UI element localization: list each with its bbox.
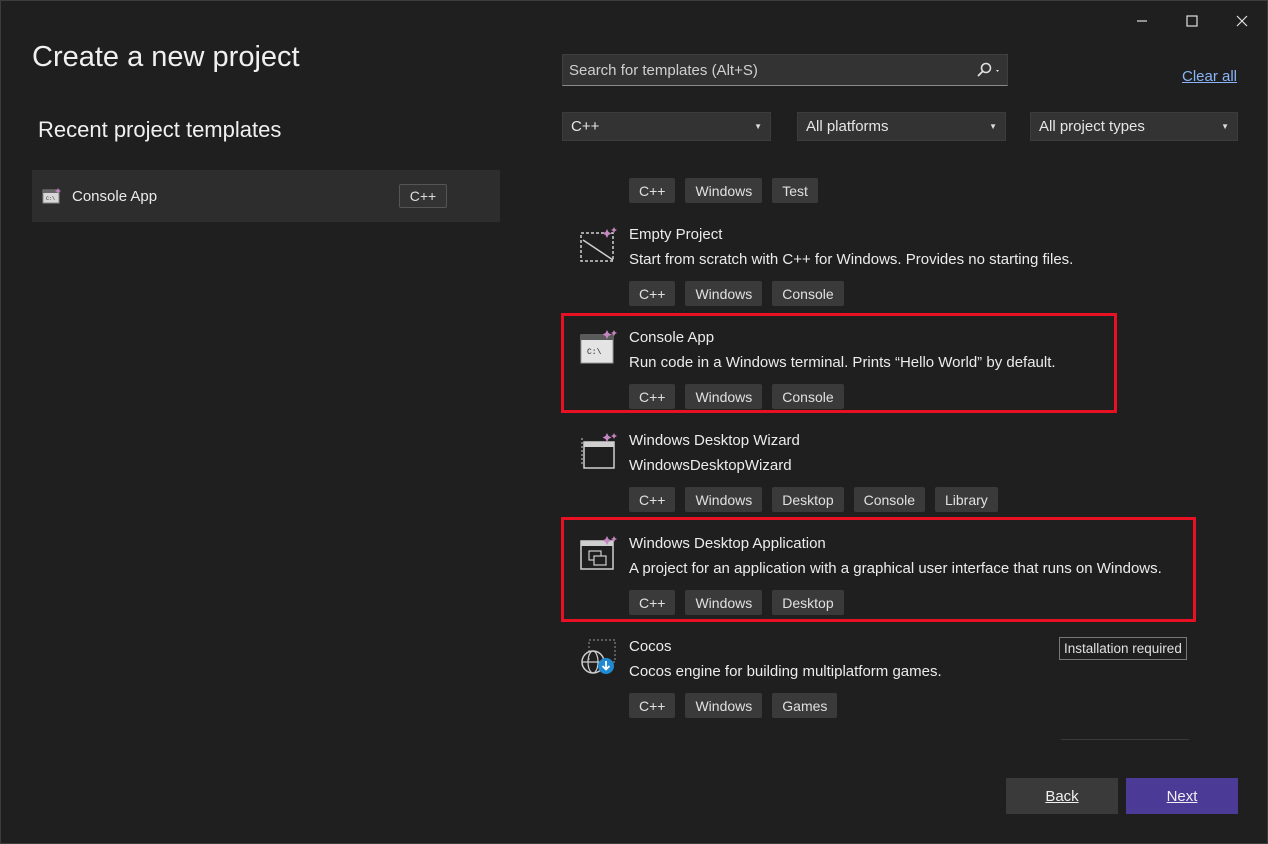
template-description: Start from scratch with C++ for Windows.… — [629, 251, 1074, 268]
template-tags: C++ Windows Desktop Console Library — [629, 487, 998, 512]
project-type-filter-dropdown[interactable]: All project types ▼ — [1030, 112, 1238, 141]
caption-buttons — [1117, 9, 1267, 33]
template-item[interactable]: C++ Windows Test — [562, 151, 1202, 203]
template-item[interactable]: Empty Project Start from scratch with C+… — [562, 226, 1202, 316]
template-description: WindowsDesktopWizard — [629, 457, 792, 474]
template-description: Cocos engine for building multiplatform … — [629, 663, 942, 680]
empty-project-icon — [580, 227, 617, 262]
template-name: Windows Desktop Wizard — [629, 432, 800, 449]
tag: Console — [772, 281, 844, 306]
search-input[interactable]: Search for templates (Alt+S) — [562, 54, 1008, 86]
template-name: Cocos — [629, 638, 672, 655]
highlight-box — [561, 313, 1117, 413]
platform-filter-value: All platforms — [806, 118, 889, 135]
chevron-down-icon: ▼ — [989, 122, 997, 131]
list-divider — [1061, 739, 1189, 740]
tag: C++ — [629, 178, 676, 203]
clear-all-link[interactable]: Clear all — [1182, 68, 1237, 85]
search-icon[interactable] — [971, 62, 1007, 78]
page-title: Create a new project — [32, 41, 300, 73]
tag: Windows — [685, 178, 763, 203]
language-filter-dropdown[interactable]: C++ ▼ — [562, 112, 771, 141]
back-button-label: Back — [1045, 787, 1079, 805]
next-button-label: Next — [1166, 787, 1198, 805]
highlight-box — [561, 517, 1196, 622]
template-tags: C++ Windows Console — [629, 281, 844, 306]
minimize-icon[interactable] — [1117, 9, 1167, 33]
cocos-download-icon — [581, 639, 616, 674]
tag: Console — [853, 487, 925, 512]
tag: Games — [772, 693, 838, 718]
tag: C++ — [629, 281, 676, 306]
maximize-icon[interactable] — [1167, 9, 1217, 33]
dialog-window: Create a new project Recent project temp… — [0, 0, 1268, 844]
template-name: Empty Project — [629, 226, 723, 243]
close-icon[interactable] — [1217, 9, 1267, 33]
template-tags: C++ Windows Test — [629, 178, 818, 203]
svg-text:C:\: C:\ — [46, 196, 55, 202]
next-button[interactable]: Next — [1126, 778, 1238, 814]
tag: Windows — [685, 487, 763, 512]
chevron-down-icon: ▼ — [754, 122, 762, 131]
recent-item-tag: C++ — [399, 184, 447, 208]
tag: Windows — [685, 693, 763, 718]
chevron-down-icon: ▼ — [1221, 122, 1229, 131]
search-placeholder: Search for templates (Alt+S) — [569, 61, 758, 79]
tag: Test — [772, 178, 818, 203]
tag: Library — [935, 487, 998, 512]
tag: Windows — [685, 281, 763, 306]
language-filter-value: C++ — [571, 118, 600, 135]
project-type-filter-value: All project types — [1039, 118, 1145, 135]
recent-template-item[interactable]: C:\ Console App C++ — [32, 170, 500, 222]
recent-templates-heading: Recent project templates — [38, 117, 282, 142]
tag: C++ — [629, 487, 676, 512]
platform-filter-dropdown[interactable]: All platforms ▼ — [797, 112, 1006, 141]
desktop-wizard-icon — [581, 433, 617, 469]
template-item[interactable]: Windows Desktop Wizard WindowsDesktopWiz… — [562, 432, 1202, 522]
template-tags: C++ Windows Games — [629, 693, 838, 718]
back-button[interactable]: Back — [1006, 778, 1118, 814]
recent-item-label: Console App — [72, 187, 158, 205]
installation-required-badge: Installation required — [1059, 637, 1187, 660]
console-app-icon: C:\ — [42, 188, 61, 204]
tag: Desktop — [772, 487, 844, 512]
tag: C++ — [629, 693, 676, 718]
